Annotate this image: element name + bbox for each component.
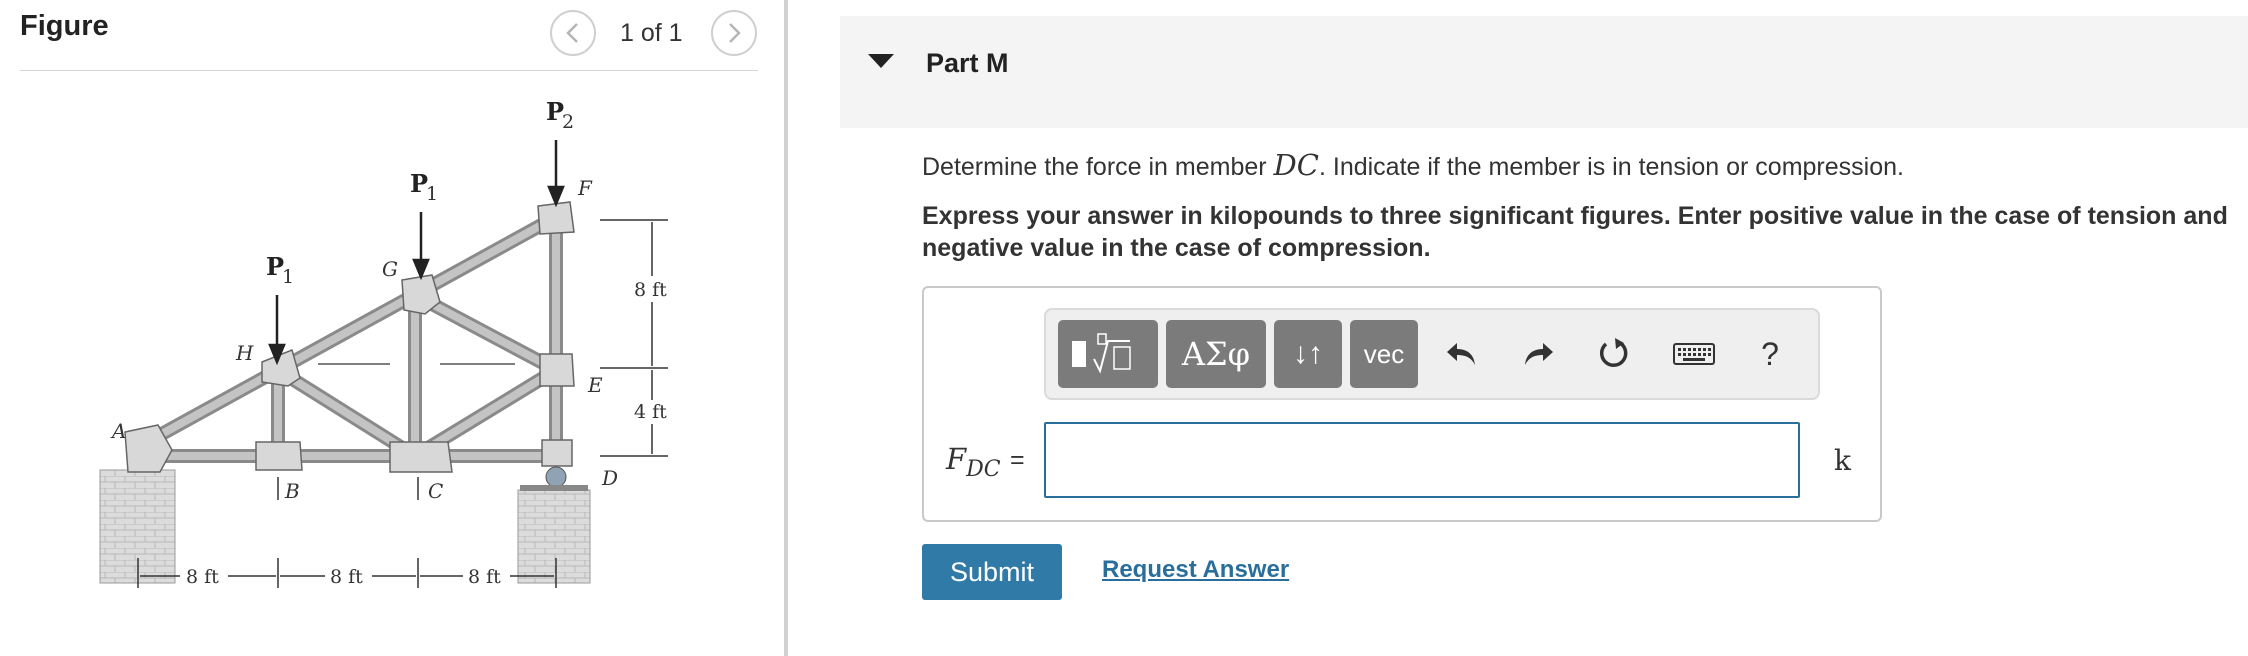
keyboard-button[interactable] bbox=[1664, 330, 1724, 378]
joint-A: A bbox=[110, 419, 126, 443]
help-icon: ? bbox=[1761, 335, 1779, 372]
dim-height-lower: 4 ft bbox=[634, 401, 667, 423]
request-answer-link[interactable]: Request Answer bbox=[1102, 556, 1289, 584]
joint-F: F bbox=[577, 176, 593, 200]
reset-button[interactable] bbox=[1590, 330, 1638, 378]
panel-divider bbox=[784, 0, 788, 656]
figure-pager: 1 of 1 bbox=[550, 10, 757, 56]
subscript-superscript-button[interactable]: ↓↑ bbox=[1274, 320, 1342, 388]
equals-sign: = bbox=[1010, 446, 1025, 474]
keyboard-icon bbox=[1673, 343, 1715, 365]
gusset-B bbox=[255, 441, 303, 471]
gusset-E bbox=[539, 353, 575, 387]
prev-figure-button[interactable] bbox=[550, 10, 596, 56]
greek-symbols-button[interactable]: ΑΣφ bbox=[1166, 320, 1266, 388]
answer-variable: FDC bbox=[946, 442, 1001, 482]
collapse-caret-icon[interactable] bbox=[868, 54, 894, 68]
roller-base bbox=[520, 485, 588, 491]
reset-icon bbox=[1599, 338, 1628, 367]
figure-divider bbox=[20, 70, 758, 71]
question-text: Determine the force in member DC. Indica… bbox=[922, 148, 1904, 182]
figure-page-count: 1 of 1 bbox=[620, 18, 683, 47]
figure-title: Figure bbox=[20, 10, 109, 42]
undo-button[interactable] bbox=[1438, 330, 1486, 378]
gusset-C bbox=[389, 441, 453, 473]
roller-support-icon bbox=[545, 466, 567, 488]
joint-H: H bbox=[235, 341, 254, 365]
chevron-right-icon bbox=[728, 23, 741, 43]
svg-text:1: 1 bbox=[282, 266, 294, 288]
member-name: DC bbox=[1273, 148, 1319, 182]
dim-span-1: 8 ft bbox=[186, 566, 219, 588]
templates-button[interactable] bbox=[1058, 320, 1158, 388]
joint-G: G bbox=[382, 257, 398, 281]
answer-box: ΑΣφ ↓↑ vec ? FDC = bbox=[922, 286, 1882, 522]
svg-text:1: 1 bbox=[426, 183, 438, 205]
figure-panel: Figure 1 of 1 P 1 P 1 P 2 A H G F E D B … bbox=[0, 0, 785, 656]
part-title: Part M bbox=[926, 48, 1009, 78]
gusset-D bbox=[541, 439, 573, 467]
vector-button[interactable]: vec bbox=[1350, 320, 1418, 388]
joint-D: D bbox=[601, 466, 618, 490]
redo-icon bbox=[1525, 343, 1553, 365]
answer-instructions: Express your answer in kilopounds to thr… bbox=[922, 202, 2228, 262]
part-header[interactable]: Part M bbox=[840, 16, 2248, 128]
dim-height-upper: 8 ft bbox=[634, 279, 667, 301]
truss-figure: P 1 P 1 P 2 A H G F E D B C 8 ft 8 ft 8 … bbox=[99, 97, 668, 588]
svg-text:2: 2 bbox=[562, 111, 574, 133]
answer-input[interactable] bbox=[1044, 422, 1800, 498]
redo-button[interactable] bbox=[1514, 330, 1562, 378]
help-button[interactable]: ? bbox=[1746, 330, 1794, 378]
joint-B: B bbox=[284, 479, 300, 503]
dim-span-3: 8 ft bbox=[468, 566, 501, 588]
undo-icon bbox=[1447, 343, 1475, 365]
next-figure-button[interactable] bbox=[710, 10, 757, 56]
answer-unit: k bbox=[1834, 444, 1851, 477]
chevron-left-icon bbox=[566, 23, 578, 43]
templates-icon bbox=[1072, 333, 1131, 374]
math-toolbar: ΑΣφ ↓↑ vec ? bbox=[1044, 308, 1820, 400]
right-support-wall bbox=[517, 489, 591, 584]
submit-button[interactable]: Submit bbox=[922, 544, 1062, 600]
joint-E: E bbox=[587, 373, 603, 397]
dim-span-2: 8 ft bbox=[330, 566, 363, 588]
joint-C: C bbox=[428, 479, 443, 503]
